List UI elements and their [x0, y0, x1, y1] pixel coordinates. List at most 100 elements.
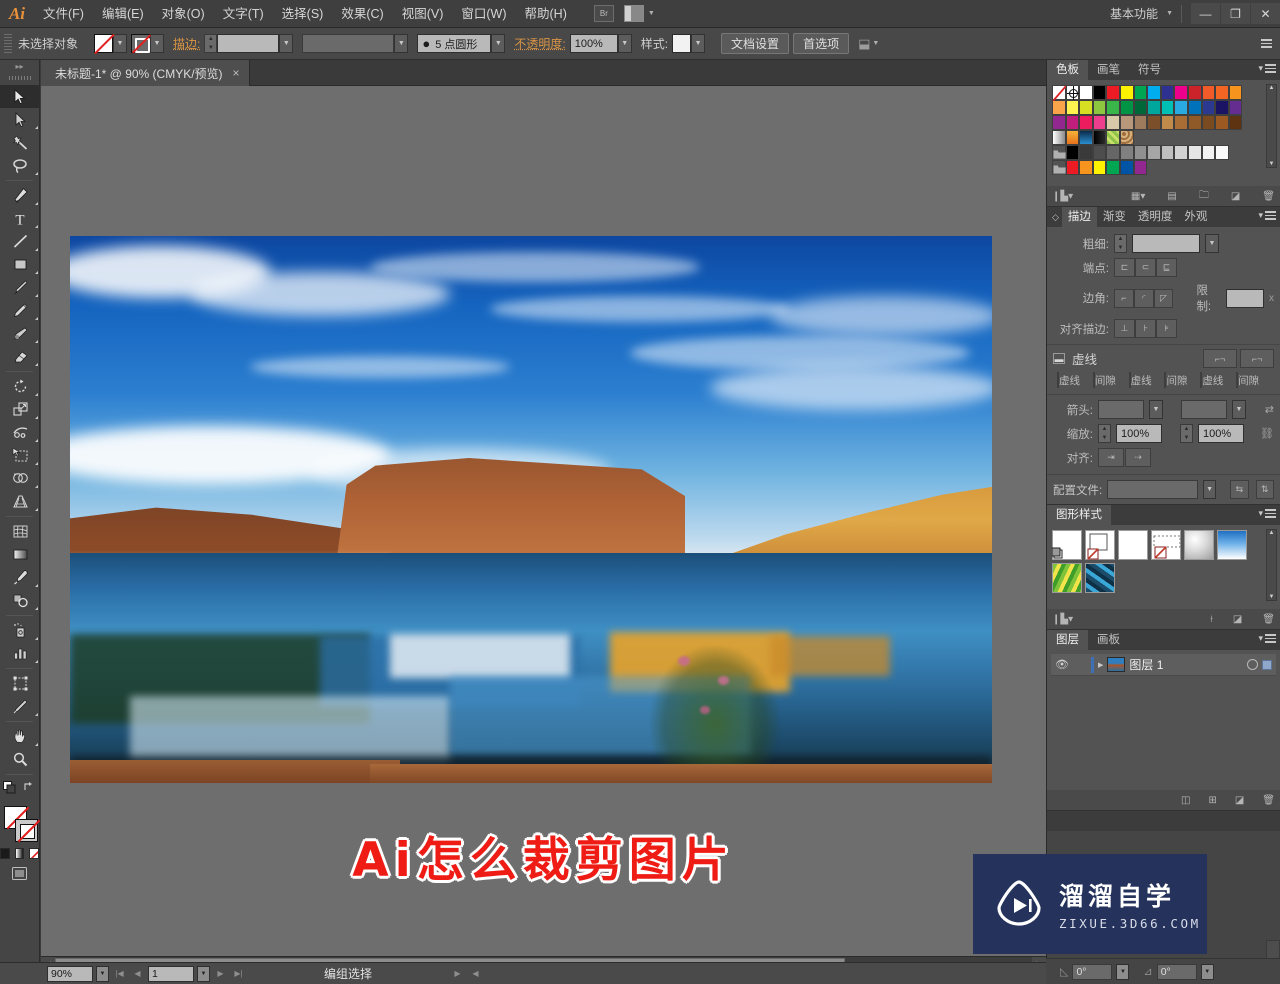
color-swatch[interactable] [1174, 145, 1188, 160]
tool-magic-wand-tool[interactable] [0, 131, 40, 154]
arrange-documents-icon[interactable] [623, 5, 644, 22]
menu-object[interactable]: 对象(O) [153, 0, 214, 28]
color-swatch[interactable] [1106, 160, 1120, 175]
menu-type[interactable]: 文字(T) [214, 0, 273, 28]
graphic-style-swatch[interactable] [1085, 563, 1115, 593]
tool-rectangle-tool[interactable] [0, 253, 40, 276]
width-profile-select[interactable] [1107, 480, 1199, 499]
arrow-scale-start-stepper[interactable]: ▲ ▼ [1098, 424, 1111, 443]
workspace-chevron-down-icon[interactable]: ▼ [1166, 10, 1173, 17]
color-swatch[interactable] [1092, 100, 1107, 115]
stroke-chevron-down-icon[interactable]: ▼ [150, 34, 165, 53]
color-swatch[interactable] [1133, 160, 1148, 175]
color-swatch[interactable] [1065, 100, 1080, 115]
color-swatch[interactable] [1119, 130, 1134, 145]
graphic-style-swatch[interactable] [1118, 530, 1148, 560]
new-swatch-icon[interactable]: ◪ [1231, 191, 1240, 202]
tool-zoom-tool[interactable] [0, 748, 40, 771]
none-mode-icon[interactable] [29, 848, 40, 859]
graphic-style-swatch[interactable] [1184, 530, 1214, 560]
tab-appearance[interactable]: 外观 [1178, 207, 1214, 227]
tool-gradient-tool[interactable] [0, 543, 40, 566]
arrowhead-start-chevron-down-icon[interactable]: ▼ [1149, 400, 1163, 419]
preferences-button[interactable]: 首选项 [793, 33, 850, 54]
color-swatch[interactable] [1147, 85, 1161, 100]
color-swatch[interactable] [1079, 145, 1093, 160]
swatches-grid-body[interactable]: ▲ ▼ [1047, 80, 1280, 186]
graphic-styles-grid[interactable] [1052, 530, 1248, 593]
tool-scale-tool[interactable] [0, 398, 40, 421]
tools-collapse-icon[interactable]: ▸▸ [0, 60, 39, 73]
arrange-chevron-down-icon[interactable]: ▼ [648, 10, 655, 17]
swap-arrowheads-icon[interactable]: ⇄ [1265, 403, 1274, 416]
align-center-icon[interactable]: ⊥ [1114, 319, 1135, 338]
tool-rotate-tool[interactable] [0, 375, 40, 398]
color-swatch[interactable] [1052, 130, 1066, 145]
color-swatch[interactable] [1215, 145, 1229, 160]
color-swatch[interactable] [1065, 115, 1080, 130]
stroke-weight-panel-input[interactable] [1132, 234, 1200, 253]
arrow-extend-beyond-icon[interactable]: ⇥ [1098, 448, 1124, 467]
tool-mesh-tool[interactable] [0, 520, 40, 543]
tool-pencil-tool[interactable] [0, 299, 40, 322]
new-layer-icon[interactable]: ◪ [1235, 795, 1244, 806]
tool-hand-tool[interactable] [0, 725, 40, 748]
color-swatch[interactable] [1228, 115, 1243, 130]
graphic-styles-body[interactable]: ▲ ▼ [1047, 525, 1280, 609]
bridge-icon[interactable]: Br [593, 5, 614, 22]
screen-mode-icon[interactable] [0, 867, 39, 880]
color-swatch[interactable] [1079, 85, 1093, 100]
layer-target-icon[interactable] [1247, 659, 1258, 670]
delete-swatch-icon[interactable]: 🗑 [1262, 191, 1275, 202]
delete-graphic-style-icon[interactable]: 🗑 [1262, 614, 1275, 625]
menu-window[interactable]: 窗口(W) [452, 0, 515, 28]
show-swatch-kinds-icon[interactable]: ▦▾ [1131, 191, 1145, 202]
color-swatch[interactable] [1052, 115, 1066, 130]
stroke-profile-chevron-down-icon[interactable]: ▼ [394, 34, 409, 53]
transform-icon[interactable]: ⬓ [858, 36, 870, 52]
previous-artboard-icon[interactable]: ◀ [130, 966, 145, 982]
break-link-to-style-icon[interactable]: ⟊ [1210, 614, 1213, 625]
color-swatch[interactable] [1119, 145, 1134, 160]
color-swatch[interactable] [1201, 100, 1216, 115]
new-color-group-icon[interactable]: 🗀 [1199, 188, 1209, 205]
color-swatch[interactable] [1052, 160, 1066, 175]
flip-profile-along-icon[interactable]: ⇅ [1255, 480, 1274, 499]
tool-eraser-tool[interactable] [0, 345, 40, 368]
tool-blend-tool[interactable] [0, 589, 40, 612]
color-swatch[interactable] [1160, 115, 1175, 130]
color-swatch[interactable] [1228, 100, 1243, 115]
tool-type-tool[interactable]: T [0, 207, 40, 230]
color-swatch[interactable] [1106, 85, 1120, 100]
color-swatch[interactable] [1052, 100, 1066, 115]
butt-cap-icon[interactable]: ⊏ [1114, 258, 1135, 277]
color-swatch[interactable] [1160, 85, 1175, 100]
flip-profile-across-icon[interactable]: ⇆ [1230, 480, 1249, 499]
tool-width-tool[interactable] [0, 421, 40, 444]
artwork-image[interactable] [70, 236, 992, 783]
stroke-panel-grip-icon[interactable]: ◇ [1047, 207, 1062, 227]
stroke-weight-label[interactable]: 描边: [173, 35, 200, 52]
color-swatch[interactable] [1174, 85, 1188, 100]
tab-artboards[interactable]: 画板 [1088, 630, 1129, 650]
opacity-label[interactable]: 不透明度: [514, 35, 565, 52]
shear-angle-input[interactable]: 0° [1156, 963, 1197, 980]
opacity-input[interactable]: 100% [569, 34, 618, 53]
new-graphic-style-icon[interactable]: ◪ [1233, 614, 1242, 625]
arrow-place-at-end-icon[interactable]: ⇢ [1125, 448, 1151, 467]
color-swatch[interactable] [1106, 145, 1120, 160]
swatches-scrollbar[interactable]: ▲ ▼ [1266, 84, 1277, 168]
menu-view[interactable]: 视图(V) [393, 0, 453, 28]
swap-fill-stroke-icon[interactable] [23, 781, 36, 797]
width-profile-chevron-down-icon[interactable]: ▼ [1203, 480, 1216, 499]
color-swatch[interactable] [1147, 145, 1161, 160]
color-swatch[interactable] [1119, 100, 1134, 115]
round-cap-icon[interactable]: ⊂ [1135, 258, 1156, 277]
graphic-style-swatch[interactable] [1217, 530, 1247, 560]
brush-definition-chevron-down-icon[interactable]: ▼ [491, 34, 506, 53]
workspace-switcher[interactable]: 基本功能 [1104, 5, 1164, 22]
arrowhead-start-select[interactable] [1098, 400, 1144, 419]
color-swatch[interactable] [1106, 100, 1120, 115]
color-swatch[interactable] [1160, 145, 1175, 160]
color-swatch[interactable] [1201, 115, 1216, 130]
